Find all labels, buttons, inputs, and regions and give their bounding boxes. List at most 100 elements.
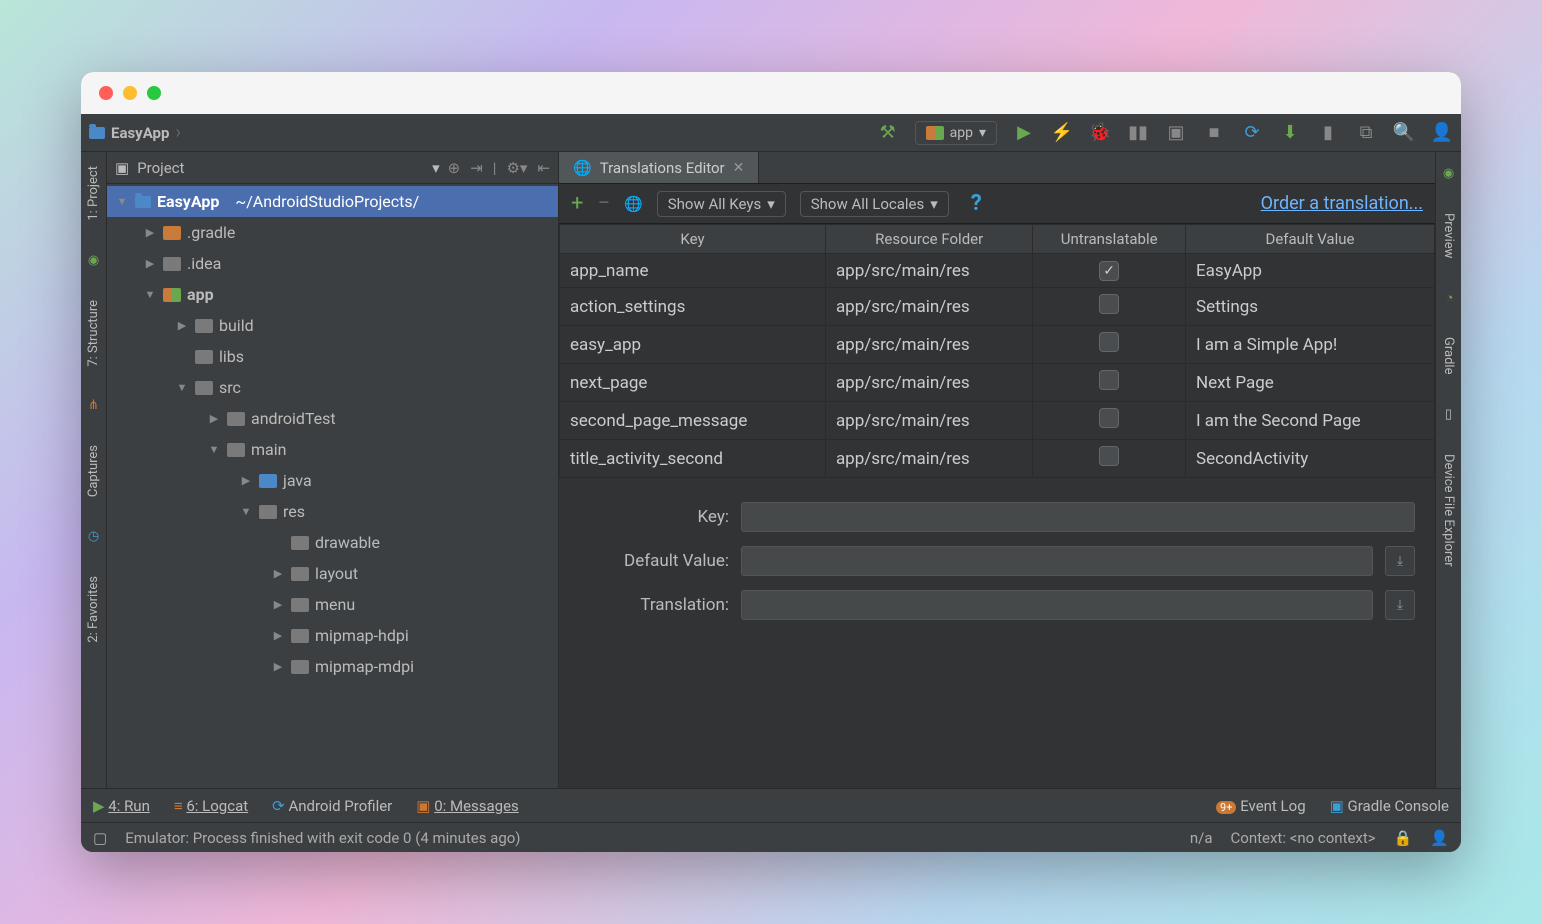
detail-default-input[interactable] xyxy=(741,546,1373,576)
cell-key[interactable]: second_page_message xyxy=(560,402,826,440)
bottom-tab-run[interactable]: ▶ 4: Run xyxy=(93,797,150,815)
keys-filter-dropdown[interactable]: Show All Keys▾ xyxy=(657,191,786,217)
table-row[interactable]: next_pageapp/src/main/resNext Page xyxy=(560,364,1435,402)
sidebar-tab-preview[interactable]: Preview xyxy=(1439,207,1458,264)
checkbox-icon[interactable] xyxy=(1099,446,1119,466)
add-key-icon[interactable]: + xyxy=(571,191,583,216)
table-row[interactable]: title_activity_secondapp/src/main/resSec… xyxy=(560,440,1435,478)
variants-icon[interactable]: ⋔ xyxy=(86,392,101,419)
checkbox-icon[interactable] xyxy=(1099,332,1119,352)
avd-manager-icon[interactable]: ⬇ xyxy=(1279,122,1301,144)
tree-node-main[interactable]: ▼main xyxy=(107,434,558,465)
cell-folder[interactable]: app/src/main/res xyxy=(825,402,1032,440)
table-row[interactable]: easy_appapp/src/main/resI am a Simple Ap… xyxy=(560,326,1435,364)
tree-node-androidtest[interactable]: ▶androidTest xyxy=(107,403,558,434)
gradle-icon[interactable]: ◔ xyxy=(1439,284,1458,311)
attach-debugger-icon[interactable]: ▣ xyxy=(1165,122,1187,144)
tree-node-res[interactable]: ▼res xyxy=(107,496,558,527)
expander-right-icon[interactable]: ▶ xyxy=(239,474,253,487)
checkbox-icon[interactable] xyxy=(1099,370,1119,390)
sidebar-tab-structure[interactable]: 7: Structure xyxy=(84,294,103,373)
detail-translation-input[interactable] xyxy=(741,590,1373,620)
table-row[interactable]: app_nameapp/src/main/res ✓ EasyApp xyxy=(560,254,1435,288)
cell-untranslatable[interactable] xyxy=(1033,364,1186,402)
expander-down-icon[interactable]: ▼ xyxy=(175,381,189,394)
checkbox-icon[interactable] xyxy=(1099,408,1119,428)
tree-node-build[interactable]: ▶build xyxy=(107,310,558,341)
locales-filter-dropdown[interactable]: Show All Locales▾ xyxy=(800,191,949,217)
edit-default-button[interactable]: ⤓ xyxy=(1385,546,1415,576)
expander-right-icon[interactable]: ▶ xyxy=(271,598,285,611)
search-icon[interactable]: 🔍 xyxy=(1393,122,1415,144)
order-translation-link[interactable]: Order a translation... xyxy=(1261,193,1423,214)
status-context[interactable]: Context: <no context> xyxy=(1231,829,1376,847)
debug-icon[interactable]: 🐞 xyxy=(1089,122,1111,144)
stop-icon[interactable]: ■ xyxy=(1203,122,1225,144)
bottom-tab-profiler[interactable]: ⟳ Android Profiler xyxy=(272,797,392,815)
remove-key-icon[interactable]: − xyxy=(597,191,610,216)
sdk-manager-icon[interactable]: ▮ xyxy=(1317,122,1339,144)
gear-icon[interactable]: ⚙▾ xyxy=(506,159,527,177)
close-tab-icon[interactable]: ✕ xyxy=(733,160,745,176)
tree-node-app[interactable]: ▼app xyxy=(107,279,558,310)
maximize-window-icon[interactable] xyxy=(147,86,161,100)
close-window-icon[interactable] xyxy=(99,86,113,100)
table-row[interactable]: second_page_messageapp/src/main/res I am … xyxy=(560,402,1435,440)
lock-icon[interactable]: 🔒 xyxy=(1394,829,1413,847)
cell-folder[interactable]: app/src/main/res xyxy=(825,364,1032,402)
apply-changes-icon[interactable]: ⚡ xyxy=(1051,122,1073,144)
run-icon[interactable]: ▶ xyxy=(1013,122,1035,144)
project-view-dropdown[interactable]: Project ▾ xyxy=(137,159,439,177)
tree-node-libs[interactable]: libs xyxy=(107,341,558,372)
checkbox-icon[interactable]: ✓ xyxy=(1099,261,1119,281)
globe-add-locale-icon[interactable]: 🌐 xyxy=(624,195,643,213)
cell-default[interactable]: I am a Simple App! xyxy=(1185,326,1434,364)
cell-untranslatable[interactable] xyxy=(1033,288,1186,326)
cell-default[interactable]: I am the Second Page xyxy=(1185,402,1434,440)
tree-node-java[interactable]: ▶java xyxy=(107,465,558,496)
cell-folder[interactable]: app/src/main/res xyxy=(825,254,1032,288)
collapse-icon[interactable]: ⇥ xyxy=(470,159,483,177)
cell-default[interactable]: Settings xyxy=(1185,288,1434,326)
table-row[interactable]: action_settingsapp/src/main/resSettings xyxy=(560,288,1435,326)
expander-right-icon[interactable]: ▶ xyxy=(271,567,285,580)
expander-right-icon[interactable]: ▶ xyxy=(143,226,157,239)
expander-right-icon[interactable]: ▶ xyxy=(143,257,157,270)
tree-node-drawable[interactable]: drawable xyxy=(107,527,558,558)
tree-node-mipmap-mdpi[interactable]: ▶mipmap-mdpi xyxy=(107,651,558,682)
bottom-tab-eventlog[interactable]: 9+ Event Log xyxy=(1216,797,1306,815)
col-untranslatable[interactable]: Untranslatable xyxy=(1033,225,1186,254)
tree-node-menu[interactable]: ▶menu xyxy=(107,589,558,620)
expander-down-icon[interactable]: ▼ xyxy=(115,195,129,208)
cell-folder[interactable]: app/src/main/res xyxy=(825,288,1032,326)
tree-node-layout[interactable]: ▶layout xyxy=(107,558,558,589)
cell-default[interactable]: EasyApp xyxy=(1185,254,1434,288)
cell-key[interactable]: next_page xyxy=(560,364,826,402)
tree-node-idea[interactable]: ▶.idea xyxy=(107,248,558,279)
sidebar-tab-device-explorer[interactable]: Device File Explorer xyxy=(1439,448,1458,573)
project-tree[interactable]: ▼ EasyApp ~/AndroidStudioProjects/ ▶.gra… xyxy=(107,184,558,788)
col-folder[interactable]: Resource Folder xyxy=(825,225,1032,254)
cell-untranslatable[interactable] xyxy=(1033,326,1186,364)
hammer-build-icon[interactable]: ⚒ xyxy=(877,122,899,144)
bottom-tab-logcat[interactable]: ≡ 6: Logcat xyxy=(174,797,248,815)
android-icon[interactable]: ◉ xyxy=(86,247,101,274)
sync-icon[interactable]: ⟳ xyxy=(1241,122,1263,144)
cell-folder[interactable]: app/src/main/res xyxy=(825,440,1032,478)
expander-right-icon[interactable]: ▶ xyxy=(271,629,285,642)
tree-node-src[interactable]: ▼src xyxy=(107,372,558,403)
col-default[interactable]: Default Value xyxy=(1185,225,1434,254)
cell-key[interactable]: app_name xyxy=(560,254,826,288)
profiler-icon[interactable]: ▮▮ xyxy=(1127,122,1149,144)
captures-icon[interactable]: ◷ xyxy=(86,523,101,550)
help-icon[interactable]: ? xyxy=(971,191,982,216)
tree-node-gradle[interactable]: ▶.gradle xyxy=(107,217,558,248)
sidebar-tab-favorites[interactable]: 2: Favorites xyxy=(84,570,103,649)
cell-key[interactable]: title_activity_second xyxy=(560,440,826,478)
expander-right-icon[interactable]: ▶ xyxy=(271,660,285,673)
expander-right-icon[interactable]: ▶ xyxy=(207,412,221,425)
hide-icon[interactable]: ⇤ xyxy=(537,159,550,177)
locate-icon[interactable]: ⊕ xyxy=(448,159,461,177)
status-toggle-icon[interactable]: ▢ xyxy=(93,829,107,847)
cell-folder[interactable]: app/src/main/res xyxy=(825,326,1032,364)
